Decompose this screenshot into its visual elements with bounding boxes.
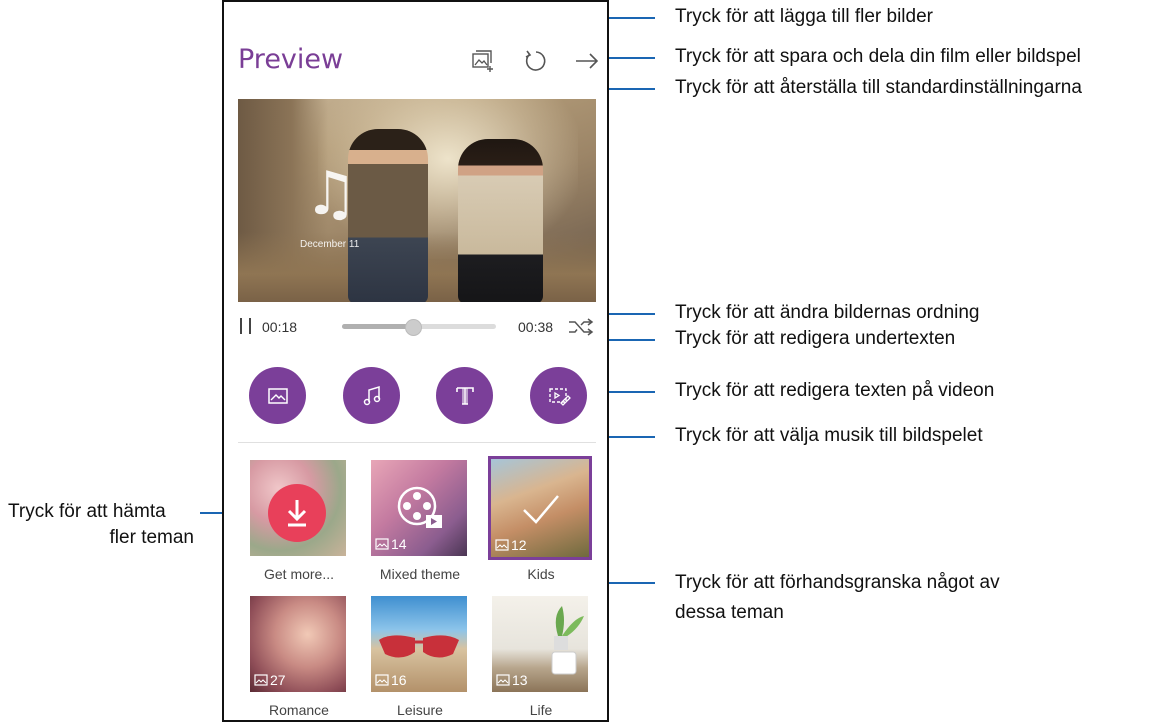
callout-download-line2: fler teman bbox=[109, 527, 194, 548]
callout-preview-line2: dessa teman bbox=[675, 602, 784, 623]
add-images-button[interactable] bbox=[470, 48, 496, 74]
edit-subtitle-button[interactable] bbox=[436, 367, 493, 424]
divider bbox=[238, 442, 596, 443]
callout-save-share: Tryck för att spara och dela din film el… bbox=[675, 46, 1081, 67]
slider-knob[interactable] bbox=[404, 319, 422, 336]
shuffle-icon bbox=[569, 318, 594, 336]
total-time: 00:38 bbox=[518, 319, 554, 335]
photo-count: 13 bbox=[496, 672, 528, 688]
music-note-icon: ♫ bbox=[304, 159, 358, 229]
photo-person-man bbox=[348, 129, 428, 302]
save-share-button[interactable] bbox=[574, 48, 600, 74]
reorder-images-button[interactable] bbox=[249, 367, 306, 424]
photo-person-woman bbox=[458, 139, 543, 302]
slideshow-preview[interactable]: ♫ December 11 bbox=[238, 99, 596, 302]
callout-subtitle: Tryck för att redigera undertexten bbox=[675, 328, 956, 349]
image-icon bbox=[375, 538, 389, 550]
theme-label: Mixed theme bbox=[379, 566, 461, 582]
image-icon bbox=[375, 674, 389, 686]
photo-count: 14 bbox=[375, 536, 407, 552]
progress-slider[interactable] bbox=[342, 319, 496, 336]
edit-video-text-button[interactable] bbox=[530, 367, 587, 424]
pause-button[interactable] bbox=[238, 316, 256, 336]
theme-thumbnail: 13 bbox=[492, 596, 588, 692]
callout-preview-line1: Tryck för att förhandsgranska något av bbox=[675, 572, 1000, 593]
theme-label: Get more... bbox=[263, 566, 335, 582]
image-icon bbox=[254, 674, 268, 686]
theme-label: Leisure bbox=[397, 702, 443, 718]
callout-download-line1: Tryck för att hämta bbox=[8, 501, 166, 522]
shuffle-button[interactable] bbox=[568, 317, 594, 337]
reset-button[interactable] bbox=[522, 48, 548, 74]
photo-count: 16 bbox=[375, 672, 407, 688]
image-icon bbox=[267, 387, 288, 404]
playback-controls: 00:18 00:38 bbox=[238, 316, 596, 338]
theme-thumbnail: 27 bbox=[250, 596, 346, 692]
music-icon bbox=[363, 385, 380, 405]
text-icon bbox=[455, 386, 474, 405]
callout-reset: Tryck för att återställa till standardin… bbox=[675, 77, 1082, 98]
theme-label: Kids bbox=[527, 566, 555, 582]
download-icon bbox=[287, 500, 307, 527]
callout-reorder: Tryck för att ändra bildernas ordning bbox=[675, 302, 980, 323]
phone-screen: Preview ♫ December 11 00:18 00:38 Get mo… bbox=[222, 0, 609, 722]
video-edit-icon bbox=[548, 387, 571, 406]
download-button[interactable] bbox=[268, 484, 326, 542]
theme-thumbnail bbox=[250, 460, 346, 556]
theme-thumbnail: 12 bbox=[488, 456, 592, 560]
callout-video-text: Tryck för att redigera texten på videon bbox=[675, 380, 995, 401]
theme-label: Romance bbox=[269, 702, 329, 718]
elapsed-time: 00:18 bbox=[262, 319, 298, 335]
photo-count: 12 bbox=[495, 537, 527, 553]
callout-add-images: Tryck för att lägga till fler bilder bbox=[675, 6, 933, 27]
pause-icon bbox=[240, 318, 242, 334]
theme-thumbnail: 16 bbox=[371, 596, 467, 692]
choose-music-button[interactable] bbox=[343, 367, 400, 424]
theme-label: Life bbox=[529, 702, 553, 718]
image-icon bbox=[495, 539, 509, 551]
date-overlay: December 11 bbox=[300, 239, 360, 250]
refresh-icon bbox=[525, 50, 546, 71]
image-icon bbox=[496, 674, 510, 686]
add-image-icon bbox=[472, 50, 493, 72]
arrow-right-icon bbox=[576, 53, 599, 69]
page-title: Preview bbox=[238, 44, 344, 75]
photo-count: 27 bbox=[254, 672, 286, 688]
callout-music: Tryck för att välja musik till bildspele… bbox=[675, 425, 983, 446]
theme-thumbnail: 14 bbox=[371, 460, 467, 556]
